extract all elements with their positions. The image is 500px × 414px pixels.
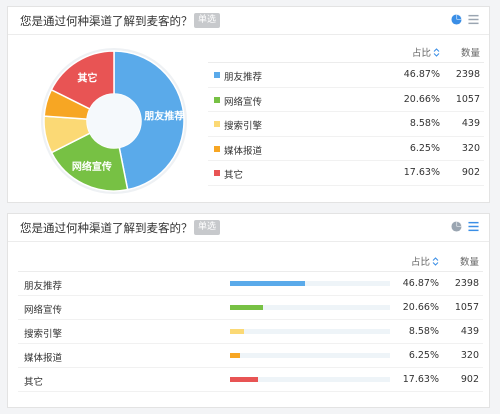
donut-chart-svg: 朋友推荐网络宣传 其它 [41, 48, 187, 194]
row-count: 902 [460, 374, 479, 385]
bar-track [230, 377, 390, 382]
legend-label: 朋友推荐 [224, 72, 263, 83]
legend-item[interactable]: 媒体报道 6.25% 320 [208, 137, 484, 161]
slice-label: 其它 [77, 72, 97, 85]
legend-rows: 朋友推荐 46.87% 2398 网络宣传 20.66% 1057 搜索引擎 8.58% 439… [208, 63, 484, 186]
question-title: 您是通过何种渠道了解到麦客的？ [20, 14, 193, 28]
list-icon[interactable] [468, 14, 479, 25]
row-percent: 20.66% [402, 302, 439, 313]
table-row: 其它 17.63% 902 [18, 368, 483, 392]
slice-label: 朋友推荐 [143, 110, 184, 123]
legend-item[interactable]: 搜索引擎 8.58% 439 [208, 112, 484, 137]
legend-label: 媒体报道 [224, 145, 263, 157]
bar-fill [230, 305, 264, 310]
legend-percent: 46.87% [403, 69, 440, 80]
table-header: 占比 数量 [18, 248, 483, 272]
legend-count: 320 [461, 142, 480, 154]
legend-swatch [214, 145, 220, 152]
bar-track [230, 305, 390, 310]
legend-label: 网络宣传 [224, 96, 263, 108]
sort-icon[interactable] [432, 257, 439, 266]
row-percent: 6.25% [408, 350, 439, 361]
legend-count: 2398 [455, 69, 480, 80]
legend-percent: 6.25% [409, 142, 440, 154]
single-choice-badge: 单选 [194, 13, 221, 28]
slice-label: 网络宣传 [72, 160, 112, 173]
table-body: 朋友推荐 46.87% 2398 网络宣传 20.66% 1057 搜索引擎 8.58% 439… [18, 272, 483, 392]
legend-count: 902 [461, 167, 480, 178]
option-label: 其它 [24, 377, 44, 388]
bar-fill [230, 353, 240, 358]
option-label: 搜索引擎 [24, 329, 63, 340]
option-label: 朋友推荐 [24, 281, 63, 292]
row-count: 1057 [454, 302, 479, 313]
sort-icon[interactable] [433, 48, 440, 57]
donut-center [87, 94, 141, 148]
question-title: 您是通过何种渠道了解到麦客的？ [20, 221, 193, 235]
legend-item[interactable]: 网络宣传 20.66% 1057 [208, 88, 484, 112]
option-label: 媒体报道 [24, 353, 63, 364]
percent-column-header[interactable]: 占比 [412, 45, 440, 59]
legend-count: 1057 [455, 93, 480, 105]
legend-swatch [214, 170, 220, 176]
legend-swatch [214, 121, 220, 127]
legend-item[interactable]: 朋友推荐 46.87% 2398 [208, 63, 484, 88]
legend-swatch [214, 96, 220, 103]
bar-track [230, 329, 390, 334]
single-choice-badge: 单选 [194, 220, 221, 235]
legend-percent: 17.63% [403, 167, 440, 178]
table-row: 搜索引擎 8.58% 439 [18, 320, 483, 344]
row-count: 320 [460, 350, 479, 361]
legend-label: 其它 [224, 170, 244, 181]
legend-header: 占比 数量 [208, 39, 484, 63]
card-header: 您是通过何种渠道了解到麦客的？ 单选 [8, 214, 489, 242]
chart-legend: 占比 数量 朋友推荐 46.87% 2398 网络宣传 20.66% 1057 搜索引擎 8.… [208, 39, 484, 186]
view-toggle [451, 14, 479, 25]
table-row: 朋友推荐 46.87% 2398 [18, 272, 483, 296]
question-card-table: 您是通过何种渠道了解到麦客的？ 单选 占比 数量 朋友推荐 46.87% 2398 网… [7, 213, 490, 408]
donut-chart: 朋友推荐网络宣传 其它 [40, 47, 188, 195]
legend-count: 439 [461, 118, 480, 129]
row-count: 2398 [454, 278, 479, 289]
bar-fill [230, 281, 305, 286]
row-percent: 8.58% [408, 326, 439, 337]
row-percent: 17.63% [402, 374, 439, 385]
list-icon[interactable] [468, 221, 479, 232]
bar-fill [230, 377, 259, 382]
pie-chart-icon[interactable] [451, 221, 462, 232]
bar-fill [230, 329, 244, 334]
card-header: 您是通过何种渠道了解到麦客的？ 单选 [8, 7, 489, 35]
count-column-header: 数量 [460, 48, 480, 59]
legend-swatch [214, 72, 220, 78]
question-card-chart: 您是通过何种渠道了解到麦客的？ 单选 朋友推荐 网络宣传 其它 占比 数量 朋友推荐… [7, 6, 490, 203]
count-column-header: 数量 [459, 257, 479, 268]
option-label: 网络宣传 [24, 305, 63, 316]
legend-percent: 20.66% [403, 93, 440, 105]
percent-column-header[interactable]: 占比 [411, 254, 439, 268]
view-toggle [451, 221, 479, 232]
row-count: 439 [460, 326, 479, 337]
legend-label: 搜索引擎 [224, 121, 263, 132]
legend-percent: 8.58% [409, 118, 440, 129]
table-row: 网络宣传 20.66% 1057 [18, 296, 483, 320]
bar-track [230, 353, 390, 358]
bar-track [230, 281, 390, 286]
legend-item[interactable]: 其它 17.63% 902 [208, 161, 484, 186]
pie-chart-icon[interactable] [451, 14, 462, 25]
table-row: 媒体报道 6.25% 320 [18, 344, 483, 368]
row-percent: 46.87% [402, 278, 439, 289]
